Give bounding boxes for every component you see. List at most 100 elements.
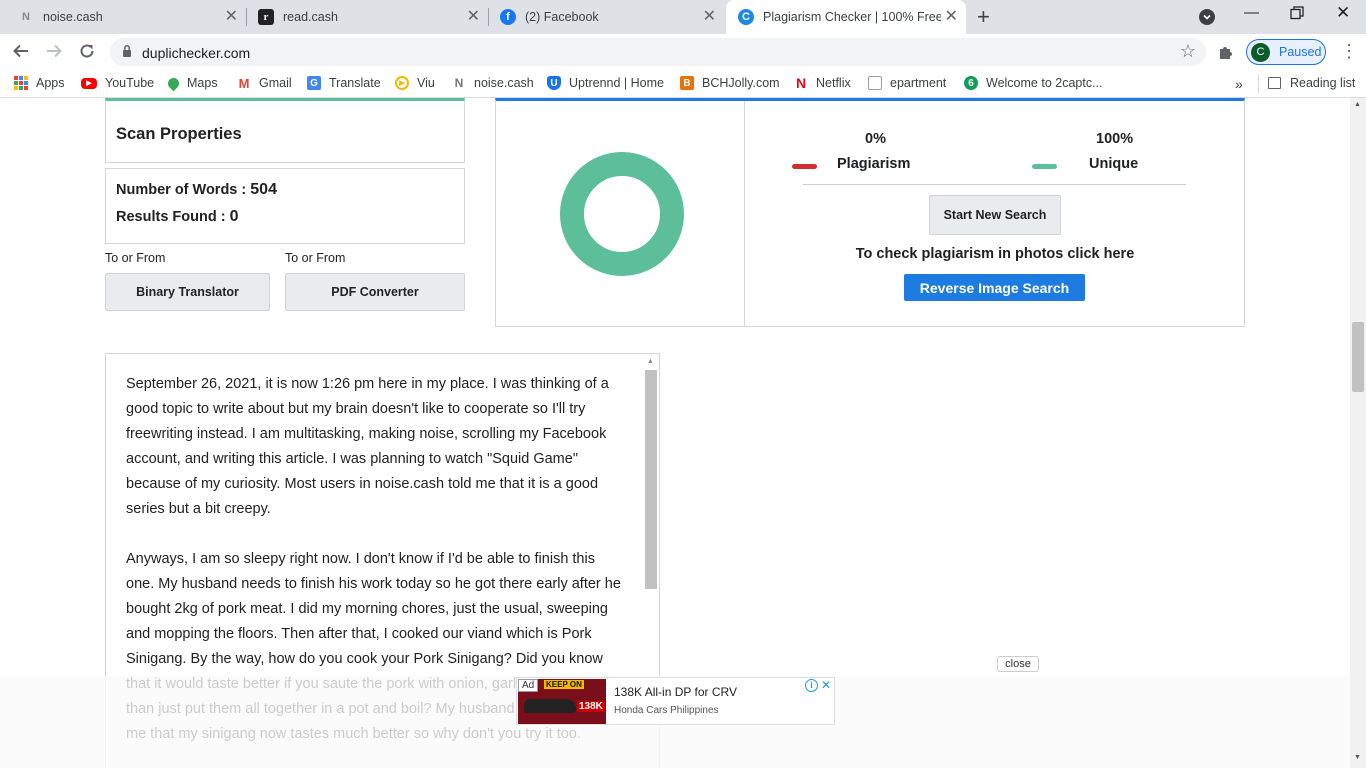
tool-caption: To or From (105, 251, 166, 265)
address-bar[interactable]: duplichecker.com ☆ (110, 38, 1206, 66)
bookmark-gmail[interactable]: M Gmail (237, 76, 292, 91)
ad-info-icon[interactable]: i (805, 679, 818, 692)
bookmark-bchjolly[interactable]: B BCHJolly.com (680, 76, 780, 90)
word-count-row: Number of Words : 504 (116, 181, 277, 199)
pdf-converter-button[interactable]: PDF Converter (285, 273, 465, 311)
new-tab-icon[interactable]: + (977, 6, 990, 28)
reading-list-button[interactable]: Reading list (1268, 76, 1355, 90)
bookmark-label: BCHJolly.com (702, 76, 780, 90)
facebook-icon: f (500, 9, 516, 25)
avatar: C (1251, 43, 1270, 62)
tab-strip: N noise.cash ✕ r read.cash ✕ f (2) Faceb… (0, 0, 1366, 34)
reverse-image-search-button[interactable]: Reverse Image Search (904, 274, 1085, 301)
extensions-icon[interactable] (1217, 43, 1235, 66)
bookmark-translate[interactable]: G Translate (307, 76, 381, 90)
tab-noise-cash[interactable]: N noise.cash ✕ (6, 0, 247, 34)
more-bookmarks-icon[interactable]: » (1235, 76, 1243, 92)
ad-advertiser: Honda Cars Philippines (614, 705, 719, 716)
bookmark-label: Gmail (259, 76, 292, 90)
maps-icon (165, 75, 182, 91)
read-cash-icon: r (258, 9, 274, 25)
bookmark-netflix[interactable]: N Netflix (794, 75, 851, 91)
netflix-icon: N (795, 75, 807, 91)
page-scroll-thumb[interactable] (1352, 322, 1364, 392)
tab-plagiarism-checker[interactable]: C Plagiarism Checker | 100% Free a ✕ (726, 0, 966, 34)
bookmark-2captcha[interactable]: 6 Welcome to 2captc... (964, 76, 1103, 90)
close-tab-icon[interactable]: ✕ (225, 9, 238, 25)
tab-title: (2) Facebook (525, 10, 599, 24)
results-found-value: 0 (229, 208, 239, 225)
viu-icon: ▶ (395, 76, 409, 90)
results-found-row: Results Found : 0 (116, 208, 239, 226)
restore-icon[interactable] (1290, 6, 1304, 24)
bookmarks-bar: Apps ▶ YouTube Maps M Gmail G Translate … (0, 70, 1366, 98)
close-tab-icon[interactable]: ✕ (703, 9, 716, 25)
unique-label: Unique (1089, 156, 1139, 172)
reading-list-label: Reading list (1290, 76, 1356, 90)
page-scrollbar[interactable]: ▲ ▼ (1350, 98, 1366, 768)
menu-kebab-icon[interactable]: ⋮ (1340, 42, 1358, 60)
ad-image-price: 138K (577, 701, 605, 712)
ad-dismiss-icon[interactable]: ✕ (821, 678, 831, 692)
result-donut-chart (560, 152, 684, 276)
sync-status: Paused (1279, 45, 1322, 59)
close-window-icon[interactable]: ✕ (1336, 3, 1350, 23)
scroll-down-icon[interactable]: ▼ (1354, 754, 1361, 761)
bookmark-label: Uptrennd | Home (569, 76, 664, 90)
tool-caption: To or From (285, 251, 346, 265)
reload-icon[interactable] (78, 42, 96, 64)
bookmark-label: Maps (187, 76, 218, 90)
bookmark-viu[interactable]: ▶ Viu (395, 76, 435, 90)
apps-grid-icon (14, 76, 28, 90)
page-viewport: Scan Properties Number of Words : 504 Re… (0, 98, 1350, 768)
noise-cash-icon: N (454, 76, 464, 90)
photo-check-prompt: To check plagiarism in photos click here (855, 246, 1135, 262)
bookmark-epartment[interactable]: epartment (868, 76, 946, 90)
bookmark-maps[interactable]: Maps (165, 75, 218, 91)
plagiarism-percent: 0% (865, 131, 886, 147)
essay-scroll-thumb[interactable] (645, 370, 657, 589)
bchjolly-icon: B (680, 76, 694, 90)
url-text[interactable]: duplichecker.com (142, 45, 250, 61)
essay-paragraph: September 26, 2021, it is now 1:26 pm he… (126, 376, 609, 517)
duplichecker-icon: C (738, 9, 754, 25)
bookmark-label: Apps (36, 76, 65, 90)
close-tab-icon[interactable]: ✕ (945, 9, 958, 25)
minimize-icon[interactable]: — (1244, 4, 1259, 21)
ad-headline: 138K All-in DP for CRV (614, 685, 737, 699)
ad-image-text: KEEP ON (544, 680, 584, 689)
close-tab-icon[interactable]: ✕ (467, 9, 480, 25)
plagiarism-label: Plagiarism (837, 156, 911, 172)
word-count-value: 504 (250, 181, 277, 198)
bookmark-youtube[interactable]: ▶ YouTube (81, 76, 154, 90)
bookmark-apps[interactable]: Apps (14, 76, 65, 90)
tab-search-icon[interactable] (1199, 9, 1215, 25)
youtube-icon: ▶ (81, 77, 97, 89)
bookmark-star-icon[interactable]: ☆ (1180, 41, 1196, 62)
scroll-up-icon[interactable]: ▲ (1354, 101, 1361, 108)
bookmark-noise-cash[interactable]: N noise.cash (452, 76, 534, 90)
binary-translator-button[interactable]: Binary Translator (105, 273, 270, 311)
bookmark-label: epartment (890, 76, 947, 90)
scan-properties-header: Scan Properties (105, 98, 465, 163)
word-count-label: Number of Words : (116, 182, 251, 198)
bookmark-label: Viu (417, 76, 435, 90)
forward-icon[interactable] (45, 42, 63, 64)
unique-legend-swatch (1032, 164, 1057, 169)
2captcha-icon: 6 (964, 76, 978, 90)
ad-banner[interactable]: KEEP ON 138K Ad 138K All-in DP for CRV H… (516, 677, 835, 725)
bookmark-uptrennd[interactable]: U Uptrennd | Home (547, 76, 664, 90)
profile-button[interactable]: C Paused (1246, 39, 1326, 65)
tab-read-cash[interactable]: r read.cash ✕ (246, 0, 489, 34)
start-new-search-button[interactable]: Start New Search (929, 195, 1061, 235)
scan-properties-title: Scan Properties (116, 125, 242, 143)
uptrennd-icon: U (547, 76, 561, 90)
unique-percent: 100% (1096, 131, 1134, 147)
scan-stats-panel: Number of Words : 504 Results Found : 0 (105, 168, 465, 244)
ad-close-button[interactable]: close (997, 656, 1039, 672)
tab-facebook[interactable]: f (2) Facebook ✕ (488, 0, 724, 34)
lock-icon (122, 44, 132, 58)
scroll-up-icon[interactable]: ▲ (647, 358, 654, 365)
bookmark-label: Netflix (816, 76, 851, 90)
back-icon[interactable] (12, 42, 30, 64)
